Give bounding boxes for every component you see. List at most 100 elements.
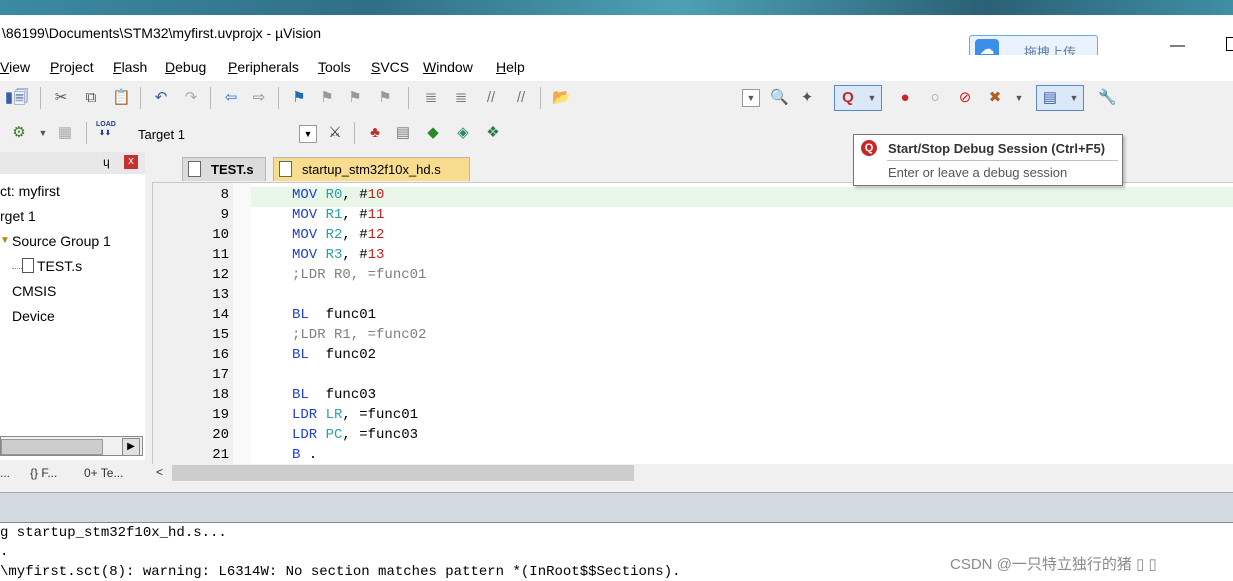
bookmark-next-icon[interactable]: ⚑ (346, 89, 364, 107)
copy-icon[interactable]: ⧉ (82, 89, 100, 107)
title-bar: \86199\Documents\STM32\myfirst.uvprojx -… (0, 15, 1233, 65)
menu-view[interactable]: View (0, 59, 30, 75)
bookmark-clear-icon[interactable]: ⚑ (376, 89, 394, 107)
tab-startup-file[interactable]: startup_stm32f10x_hd.s (273, 157, 470, 181)
manage-project-icon[interactable]: ♣ (366, 124, 384, 142)
tree-device[interactable]: Device (12, 308, 55, 324)
target-options-icon[interactable]: ⚔ (326, 124, 344, 142)
redo-icon[interactable]: ↷ (182, 89, 200, 107)
menu-debug[interactable]: Debug (165, 59, 206, 75)
maximize-button[interactable] (1226, 37, 1233, 51)
select-packs-icon[interactable]: ◈ (454, 124, 472, 142)
breakpoint-disable-all-icon[interactable]: ⊘ (956, 89, 974, 107)
debug-icon: Q (861, 140, 877, 156)
tree-project[interactable]: ct: myfirst (0, 183, 60, 199)
breakpoint-kill-icon[interactable]: ✖ (986, 89, 1004, 107)
document-icon (188, 161, 201, 177)
code-editor[interactable]: 8 MOV R0, #10 9 MOV R1, #11 10 MOV R2, #12 11 M… (152, 182, 1233, 465)
target-label: Target 1 (138, 127, 185, 142)
find-icon[interactable]: 🔍 (770, 89, 789, 107)
line-number: 10 (212, 227, 229, 243)
indent-icon[interactable]: ≣ (422, 89, 440, 107)
bookmark-prev-icon[interactable]: ⚑ (318, 89, 336, 107)
breakpoint-enable-icon[interactable]: ○ (926, 89, 944, 107)
line-number: 16 (212, 347, 229, 363)
batch-build-icon[interactable]: ▦ (56, 124, 74, 142)
line-number: 19 (212, 407, 229, 423)
code-line: BL func03 (292, 387, 377, 403)
menu-window[interactable]: Window (423, 59, 473, 75)
download-icon[interactable]: LOAD ⬇⬇ (96, 120, 116, 138)
bookmark-icon[interactable]: ⚑ (290, 89, 308, 107)
code-line: LDR LR, =func01 (292, 407, 419, 423)
find-dropdown[interactable]: ▼ (742, 89, 760, 107)
code-line: MOV R3, #13 (292, 247, 385, 263)
pack-installer-icon[interactable]: ◆ (424, 124, 442, 142)
comment-icon[interactable]: // (482, 89, 500, 107)
configure-icon[interactable]: 🔧 (1098, 89, 1117, 107)
target-select[interactable]: Target 1 ▼ (131, 123, 321, 145)
line-number: 21 (212, 447, 229, 463)
folder-icon: ▼ (0, 235, 10, 246)
tree-source-group[interactable]: Source Group 1 (12, 233, 111, 249)
watermark: CSDN @一只特立独行的猪 ▯ ▯ (950, 556, 1157, 573)
menu-project[interactable]: Project (50, 59, 94, 75)
menu-bar: View Project Flash Debug Peripherals Tools SVC… (0, 55, 1233, 81)
scroll-right-icon[interactable]: ▶ (122, 438, 140, 456)
menu-peripherals[interactable]: Peripherals (228, 59, 299, 75)
code-line: MOV R1, #11 (292, 207, 385, 223)
fold-margin (233, 183, 251, 465)
rebuild-icon[interactable]: ⚙ (10, 124, 28, 142)
close-icon[interactable]: x (124, 155, 138, 169)
line-number: 11 (212, 247, 229, 263)
scroll-left-icon[interactable]: < (156, 465, 163, 479)
tab-functions[interactable]: {} F... (30, 466, 57, 480)
line-number: 12 (212, 267, 229, 283)
breakpoint-icon[interactable]: ● (896, 89, 914, 107)
chevron-down-icon[interactable]: ▼ (34, 124, 52, 142)
nav-forward-icon[interactable]: ⇨ (250, 89, 268, 107)
separator (86, 122, 87, 144)
uncomment-icon[interactable]: // (512, 89, 530, 107)
line-number: 13 (212, 287, 229, 303)
incremental-find-icon[interactable]: ✦ (798, 89, 816, 107)
code-line: MOV R0, #10 (292, 187, 385, 203)
tab-project[interactable]: ... (0, 466, 10, 480)
tree-file-test[interactable]: TEST.s (37, 258, 82, 274)
tab-templates[interactable]: 0+ Te... (84, 466, 123, 480)
minimize-button[interactable]: — (1170, 37, 1185, 54)
unindent-icon[interactable]: ≣ (452, 89, 470, 107)
tooltip-description: Enter or leave a debug session (888, 165, 1068, 180)
tree-target[interactable]: rget 1 (0, 208, 36, 224)
scroll-thumb[interactable] (172, 465, 634, 481)
editor-horizontal-scrollbar[interactable]: < (152, 464, 1233, 482)
debug-session-button[interactable]: Q ▼ (834, 85, 882, 111)
save-all-icon[interactable]: 🗐 (12, 89, 30, 107)
pin-icon[interactable]: ɥ (103, 155, 110, 169)
undo-icon[interactable]: ↶ (152, 89, 170, 107)
tooltip-title: Start/Stop Debug Session (Ctrl+F5) (888, 141, 1106, 156)
project-horizontal-scrollbar[interactable]: ▶ (0, 436, 143, 456)
project-panel-header: ɥ x (0, 152, 145, 174)
menu-tools[interactable]: Tools (318, 59, 351, 75)
find-in-files-icon[interactable]: 📂 (552, 89, 571, 107)
window-layout-button[interactable]: ▤ ▼ (1036, 85, 1084, 111)
tab-label: startup_stm32f10x_hd.s (302, 162, 441, 177)
code-line: LDR PC, =func03 (292, 427, 419, 443)
paste-icon[interactable]: 📋 (112, 89, 131, 107)
scroll-thumb[interactable] (1, 439, 103, 455)
file-extensions-icon[interactable]: ▤ (394, 124, 412, 142)
toolbar-file: ▮ 🗐 ✂ ⧉ 📋 ↶ ↷ ⇦ ⇨ ⚑ ⚑ ⚑ ⚑ ≣ ≣ // // 📂 ▼ … (0, 81, 1233, 116)
chevron-down-icon[interactable]: ▼ (1010, 89, 1028, 107)
menu-svcs[interactable]: SVCS (371, 59, 409, 75)
menu-flash[interactable]: Flash (113, 59, 147, 75)
menu-help[interactable]: Help (496, 59, 525, 75)
cut-icon[interactable]: ✂ (52, 89, 70, 107)
tab-test-s[interactable]: TEST.s (182, 157, 266, 181)
tooltip-divider (887, 160, 1118, 161)
run-time-environment-icon[interactable]: ❖ (484, 124, 502, 142)
desktop-strip (0, 0, 1233, 15)
separator (40, 87, 41, 109)
nav-back-icon[interactable]: ⇦ (222, 89, 240, 107)
tree-cmsis[interactable]: CMSIS (12, 283, 56, 299)
